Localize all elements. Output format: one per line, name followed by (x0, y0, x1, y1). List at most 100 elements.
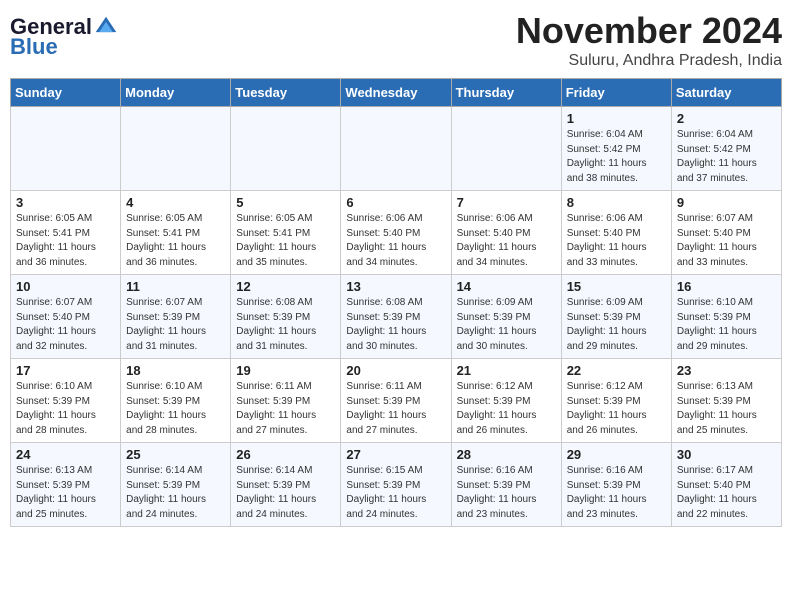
weekday-friday: Friday (561, 79, 671, 107)
day-cell: 23Sunrise: 6:13 AM Sunset: 5:39 PM Dayli… (671, 359, 781, 443)
day-cell: 28 Sunrise: 6:16 AM Sunset: 5:39 PM Dayli… (451, 443, 561, 527)
day-info: Sunrise: 6:04 AM Sunset: 5:42 PM Dayligh… (567, 128, 666, 186)
day-cell: 27 Sunrise: 6:15 AM Sunset: 5:39 PM Dayli… (341, 443, 451, 527)
day-info: Sunrise: 6:14 AM Sunset: 5:39 PM Dayligh… (236, 464, 335, 522)
day-cell: 26 Sunrise: 6:14 AM Sunset: 5:39 PM Dayli… (231, 443, 341, 527)
week-row-1: 1 Sunrise: 6:04 AM Sunset: 5:42 PM Daylig… (11, 107, 782, 191)
day-number: 16 (677, 279, 776, 294)
location-title: Suluru, Andhra Pradesh, India (516, 52, 782, 70)
day-number: 12 (236, 279, 335, 294)
day-info: Sunrise: 6:15 AM Sunset: 5:39 PM Dayligh… (346, 464, 445, 522)
day-cell (11, 107, 121, 191)
day-info: Sunrise: 6:13 AM Sunset: 5:39 PM Dayligh… (16, 464, 115, 522)
weekday-tuesday: Tuesday (231, 79, 341, 107)
day-info: Sunrise: 6:16 AM Sunset: 5:39 PM Dayligh… (567, 464, 666, 522)
day-cell (121, 107, 231, 191)
day-number: 26 (236, 447, 335, 462)
day-info: Sunrise: 6:10 AM Sunset: 5:39 PM Dayligh… (16, 380, 115, 438)
day-info: Sunrise: 6:14 AM Sunset: 5:39 PM Dayligh… (126, 464, 225, 522)
day-cell: 8 Sunrise: 6:06 AM Sunset: 5:40 PM Daylig… (561, 191, 671, 275)
day-cell (341, 107, 451, 191)
day-number: 21 (457, 363, 556, 378)
weekday-wednesday: Wednesday (341, 79, 451, 107)
week-row-5: 24 Sunrise: 6:13 AM Sunset: 5:39 PM Dayli… (11, 443, 782, 527)
day-info: Sunrise: 6:16 AM Sunset: 5:39 PM Dayligh… (457, 464, 556, 522)
day-number: 28 (457, 447, 556, 462)
day-info: Sunrise: 6:05 AM Sunset: 5:41 PM Dayligh… (126, 212, 225, 270)
day-cell: 1 Sunrise: 6:04 AM Sunset: 5:42 PM Daylig… (561, 107, 671, 191)
day-cell: 6 Sunrise: 6:06 AM Sunset: 5:40 PM Daylig… (341, 191, 451, 275)
day-number: 11 (126, 279, 225, 294)
day-info: Sunrise: 6:11 AM Sunset: 5:39 PM Dayligh… (236, 380, 335, 438)
day-info: Sunrise: 6:04 AM Sunset: 5:42 PM Dayligh… (677, 128, 776, 186)
logo-icon (94, 15, 118, 39)
day-number: 20 (346, 363, 445, 378)
day-cell (451, 107, 561, 191)
day-cell: 19 Sunrise: 6:11 AM Sunset: 5:39 PM Dayli… (231, 359, 341, 443)
day-info: Sunrise: 6:07 AM Sunset: 5:39 PM Dayligh… (126, 296, 225, 354)
day-info: Sunrise: 6:12 AM Sunset: 5:39 PM Dayligh… (567, 380, 666, 438)
day-cell: 4 Sunrise: 6:05 AM Sunset: 5:41 PM Daylig… (121, 191, 231, 275)
day-info: Sunrise: 6:07 AM Sunset: 5:40 PM Dayligh… (16, 296, 115, 354)
day-number: 10 (16, 279, 115, 294)
day-info: Sunrise: 6:17 AM Sunset: 5:40 PM Dayligh… (677, 464, 776, 522)
day-number: 1 (567, 111, 666, 126)
day-number: 24 (16, 447, 115, 462)
day-info: Sunrise: 6:09 AM Sunset: 5:39 PM Dayligh… (457, 296, 556, 354)
day-info: Sunrise: 6:06 AM Sunset: 5:40 PM Dayligh… (457, 212, 556, 270)
weekday-header-row: SundayMondayTuesdayWednesdayThursdayFrid… (11, 79, 782, 107)
day-info: Sunrise: 6:10 AM Sunset: 5:39 PM Dayligh… (677, 296, 776, 354)
day-number: 27 (346, 447, 445, 462)
day-number: 7 (457, 195, 556, 210)
day-info: Sunrise: 6:06 AM Sunset: 5:40 PM Dayligh… (567, 212, 666, 270)
page-header: General Blue November 2024 Suluru, Andhr… (10, 10, 782, 70)
day-cell: 3 Sunrise: 6:05 AM Sunset: 5:41 PM Daylig… (11, 191, 121, 275)
day-number: 9 (677, 195, 776, 210)
title-area: November 2024 Suluru, Andhra Pradesh, In… (516, 10, 782, 70)
logo: General Blue (10, 14, 118, 60)
day-cell: 30 Sunrise: 6:17 AM Sunset: 5:40 PM Dayli… (671, 443, 781, 527)
week-row-4: 17Sunrise: 6:10 AM Sunset: 5:39 PM Dayli… (11, 359, 782, 443)
day-cell: 18 Sunrise: 6:10 AM Sunset: 5:39 PM Dayli… (121, 359, 231, 443)
day-info: Sunrise: 6:11 AM Sunset: 5:39 PM Dayligh… (346, 380, 445, 438)
day-number: 3 (16, 195, 115, 210)
day-info: Sunrise: 6:05 AM Sunset: 5:41 PM Dayligh… (16, 212, 115, 270)
day-number: 19 (236, 363, 335, 378)
day-cell: 25Sunrise: 6:14 AM Sunset: 5:39 PM Dayli… (121, 443, 231, 527)
day-cell: 20 Sunrise: 6:11 AM Sunset: 5:39 PM Dayli… (341, 359, 451, 443)
day-cell: 5 Sunrise: 6:05 AM Sunset: 5:41 PM Daylig… (231, 191, 341, 275)
weekday-monday: Monday (121, 79, 231, 107)
day-number: 8 (567, 195, 666, 210)
week-row-2: 3 Sunrise: 6:05 AM Sunset: 5:41 PM Daylig… (11, 191, 782, 275)
day-number: 15 (567, 279, 666, 294)
day-number: 30 (677, 447, 776, 462)
day-cell: 2Sunrise: 6:04 AM Sunset: 5:42 PM Daylig… (671, 107, 781, 191)
weekday-saturday: Saturday (671, 79, 781, 107)
calendar-body: 1 Sunrise: 6:04 AM Sunset: 5:42 PM Daylig… (11, 107, 782, 527)
day-info: Sunrise: 6:05 AM Sunset: 5:41 PM Dayligh… (236, 212, 335, 270)
day-cell: 29Sunrise: 6:16 AM Sunset: 5:39 PM Dayli… (561, 443, 671, 527)
day-number: 6 (346, 195, 445, 210)
day-info: Sunrise: 6:06 AM Sunset: 5:40 PM Dayligh… (346, 212, 445, 270)
calendar-table: SundayMondayTuesdayWednesdayThursdayFrid… (10, 78, 782, 527)
day-info: Sunrise: 6:13 AM Sunset: 5:39 PM Dayligh… (677, 380, 776, 438)
day-info: Sunrise: 6:10 AM Sunset: 5:39 PM Dayligh… (126, 380, 225, 438)
day-number: 13 (346, 279, 445, 294)
day-number: 4 (126, 195, 225, 210)
day-number: 5 (236, 195, 335, 210)
day-number: 22 (567, 363, 666, 378)
day-info: Sunrise: 6:12 AM Sunset: 5:39 PM Dayligh… (457, 380, 556, 438)
day-cell: 14 Sunrise: 6:09 AM Sunset: 5:39 PM Dayli… (451, 275, 561, 359)
day-cell: 7 Sunrise: 6:06 AM Sunset: 5:40 PM Daylig… (451, 191, 561, 275)
day-cell: 17Sunrise: 6:10 AM Sunset: 5:39 PM Dayli… (11, 359, 121, 443)
day-number: 14 (457, 279, 556, 294)
day-cell: 12Sunrise: 6:08 AM Sunset: 5:39 PM Dayli… (231, 275, 341, 359)
day-cell: 16 Sunrise: 6:10 AM Sunset: 5:39 PM Dayli… (671, 275, 781, 359)
day-info: Sunrise: 6:07 AM Sunset: 5:40 PM Dayligh… (677, 212, 776, 270)
day-cell: 9 Sunrise: 6:07 AM Sunset: 5:40 PM Daylig… (671, 191, 781, 275)
day-cell: 22 Sunrise: 6:12 AM Sunset: 5:39 PM Dayli… (561, 359, 671, 443)
day-cell: 21 Sunrise: 6:12 AM Sunset: 5:39 PM Dayli… (451, 359, 561, 443)
week-row-3: 10 Sunrise: 6:07 AM Sunset: 5:40 PM Dayli… (11, 275, 782, 359)
day-number: 18 (126, 363, 225, 378)
day-info: Sunrise: 6:09 AM Sunset: 5:39 PM Dayligh… (567, 296, 666, 354)
